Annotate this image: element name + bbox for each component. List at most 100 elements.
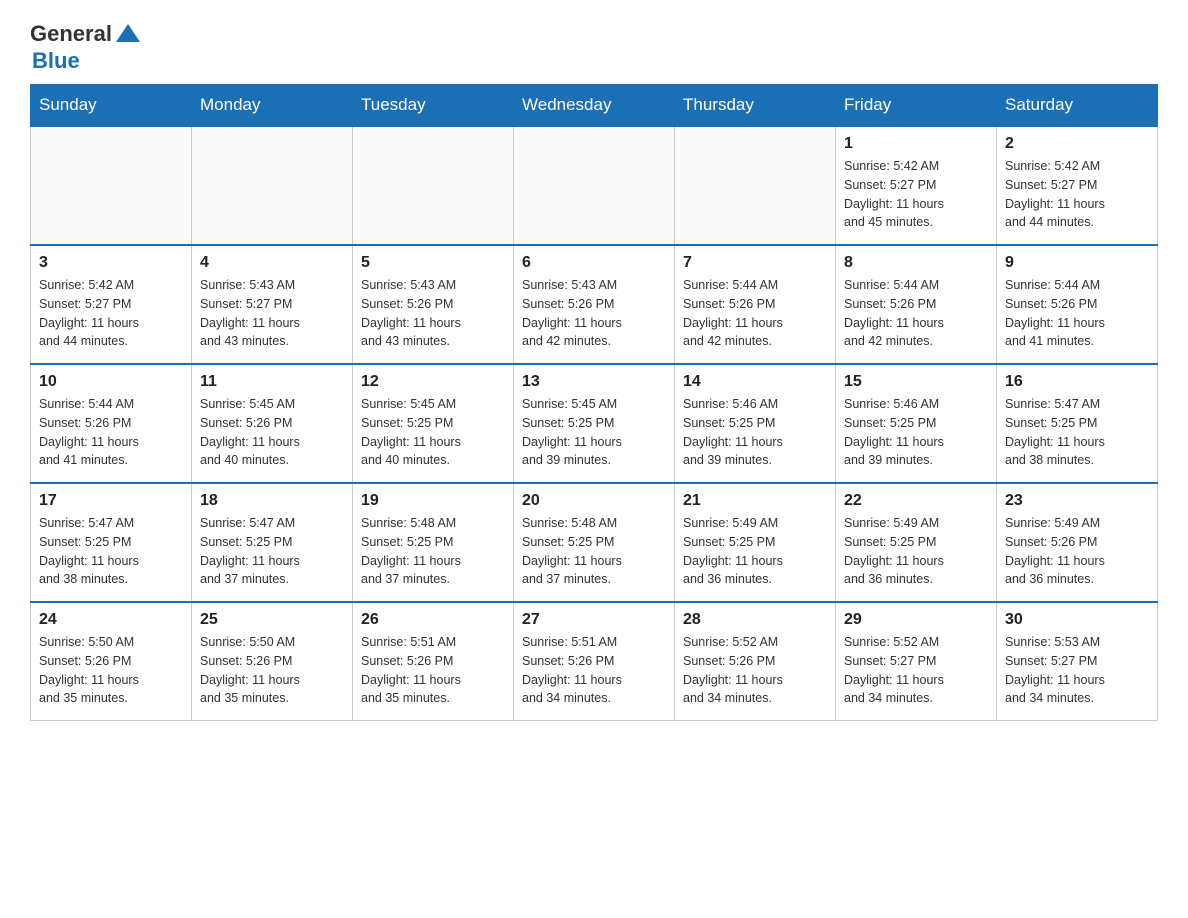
day-info-line: Daylight: 11 hours xyxy=(1005,552,1149,571)
day-info-line: Daylight: 11 hours xyxy=(200,671,344,690)
day-number: 13 xyxy=(522,373,666,391)
day-number: 16 xyxy=(1005,373,1149,391)
calendar-day-7: 7Sunrise: 5:44 AMSunset: 5:26 PMDaylight… xyxy=(675,245,836,364)
calendar-day-18: 18Sunrise: 5:47 AMSunset: 5:25 PMDayligh… xyxy=(192,483,353,602)
day-info-line: Daylight: 11 hours xyxy=(200,314,344,333)
day-number: 3 xyxy=(39,254,183,272)
day-info-line: Daylight: 11 hours xyxy=(1005,314,1149,333)
calendar-day-8: 8Sunrise: 5:44 AMSunset: 5:26 PMDaylight… xyxy=(836,245,997,364)
day-number: 8 xyxy=(844,254,988,272)
day-info-line: Sunset: 5:25 PM xyxy=(39,533,183,552)
calendar-day-13: 13Sunrise: 5:45 AMSunset: 5:25 PMDayligh… xyxy=(514,364,675,483)
logo-icon xyxy=(114,20,142,48)
logo: General Blue xyxy=(30,20,142,74)
day-header-sunday: Sunday xyxy=(31,85,192,127)
day-info-line: and 41 minutes. xyxy=(39,451,183,470)
day-info-line: Sunset: 5:27 PM xyxy=(844,176,988,195)
calendar-day-20: 20Sunrise: 5:48 AMSunset: 5:25 PMDayligh… xyxy=(514,483,675,602)
day-number: 15 xyxy=(844,373,988,391)
day-info-line: Daylight: 11 hours xyxy=(1005,671,1149,690)
day-info-line: and 40 minutes. xyxy=(361,451,505,470)
day-info-line: Sunrise: 5:44 AM xyxy=(844,276,988,295)
day-info-line: and 38 minutes. xyxy=(1005,451,1149,470)
day-info-line: Sunrise: 5:45 AM xyxy=(200,395,344,414)
day-info-line: and 34 minutes. xyxy=(844,689,988,708)
day-info-line: and 40 minutes. xyxy=(200,451,344,470)
day-info-line: Daylight: 11 hours xyxy=(683,314,827,333)
day-info-line: and 35 minutes. xyxy=(361,689,505,708)
day-info-line: and 43 minutes. xyxy=(200,332,344,351)
calendar-day-26: 26Sunrise: 5:51 AMSunset: 5:26 PMDayligh… xyxy=(353,602,514,721)
day-info-line: and 39 minutes. xyxy=(522,451,666,470)
day-info-line: and 44 minutes. xyxy=(1005,213,1149,232)
day-info-line: and 36 minutes. xyxy=(683,570,827,589)
calendar-day-5: 5Sunrise: 5:43 AMSunset: 5:26 PMDaylight… xyxy=(353,245,514,364)
day-number: 5 xyxy=(361,254,505,272)
day-number: 2 xyxy=(1005,135,1149,153)
day-header-wednesday: Wednesday xyxy=(514,85,675,127)
calendar-empty-cell xyxy=(31,126,192,245)
day-info-line: Sunset: 5:27 PM xyxy=(200,295,344,314)
day-info-line: Daylight: 11 hours xyxy=(361,552,505,571)
day-info-line: Sunrise: 5:46 AM xyxy=(844,395,988,414)
day-info-line: Daylight: 11 hours xyxy=(683,433,827,452)
calendar-day-23: 23Sunrise: 5:49 AMSunset: 5:26 PMDayligh… xyxy=(997,483,1158,602)
day-number: 28 xyxy=(683,611,827,629)
calendar-day-17: 17Sunrise: 5:47 AMSunset: 5:25 PMDayligh… xyxy=(31,483,192,602)
calendar-week-row: 10Sunrise: 5:44 AMSunset: 5:26 PMDayligh… xyxy=(31,364,1158,483)
day-info-line: and 39 minutes. xyxy=(683,451,827,470)
day-number: 30 xyxy=(1005,611,1149,629)
calendar-day-3: 3Sunrise: 5:42 AMSunset: 5:27 PMDaylight… xyxy=(31,245,192,364)
day-info-line: Daylight: 11 hours xyxy=(39,552,183,571)
day-info-line: Sunset: 5:25 PM xyxy=(1005,414,1149,433)
day-info-line: Sunrise: 5:52 AM xyxy=(683,633,827,652)
day-info-line: Daylight: 11 hours xyxy=(522,433,666,452)
day-info-line: Sunrise: 5:44 AM xyxy=(39,395,183,414)
day-info-line: Sunset: 5:27 PM xyxy=(1005,652,1149,671)
day-info-line: Sunrise: 5:45 AM xyxy=(522,395,666,414)
day-info-line: Sunrise: 5:49 AM xyxy=(683,514,827,533)
day-info-line: Sunrise: 5:50 AM xyxy=(200,633,344,652)
day-info-line: and 38 minutes. xyxy=(39,570,183,589)
day-info-line: Sunset: 5:26 PM xyxy=(200,652,344,671)
calendar-week-row: 24Sunrise: 5:50 AMSunset: 5:26 PMDayligh… xyxy=(31,602,1158,721)
day-info-line: Sunrise: 5:44 AM xyxy=(1005,276,1149,295)
calendar-empty-cell xyxy=(353,126,514,245)
day-number: 29 xyxy=(844,611,988,629)
day-info-line: Sunrise: 5:43 AM xyxy=(200,276,344,295)
day-info-line: and 34 minutes. xyxy=(683,689,827,708)
day-number: 6 xyxy=(522,254,666,272)
day-number: 10 xyxy=(39,373,183,391)
day-info-line: and 42 minutes. xyxy=(683,332,827,351)
day-info-line: Sunset: 5:25 PM xyxy=(844,533,988,552)
calendar-empty-cell xyxy=(192,126,353,245)
day-info-line: Sunset: 5:26 PM xyxy=(522,652,666,671)
day-info-line: Sunrise: 5:42 AM xyxy=(844,157,988,176)
day-info-line: Sunrise: 5:48 AM xyxy=(361,514,505,533)
calendar-day-25: 25Sunrise: 5:50 AMSunset: 5:26 PMDayligh… xyxy=(192,602,353,721)
day-info-line: Sunset: 5:25 PM xyxy=(844,414,988,433)
day-info-line: Sunrise: 5:51 AM xyxy=(361,633,505,652)
day-info-line: and 34 minutes. xyxy=(522,689,666,708)
day-info-line: Sunrise: 5:47 AM xyxy=(39,514,183,533)
day-number: 22 xyxy=(844,492,988,510)
day-info-line: Sunset: 5:25 PM xyxy=(683,414,827,433)
day-number: 14 xyxy=(683,373,827,391)
calendar-day-14: 14Sunrise: 5:46 AMSunset: 5:25 PMDayligh… xyxy=(675,364,836,483)
day-info-line: Daylight: 11 hours xyxy=(39,433,183,452)
day-info-line: Sunrise: 5:42 AM xyxy=(39,276,183,295)
day-info-line: Sunset: 5:27 PM xyxy=(39,295,183,314)
day-info-line: Sunrise: 5:44 AM xyxy=(683,276,827,295)
calendar-week-row: 17Sunrise: 5:47 AMSunset: 5:25 PMDayligh… xyxy=(31,483,1158,602)
day-number: 26 xyxy=(361,611,505,629)
page-header: General Blue xyxy=(30,20,1158,74)
day-info-line: Sunset: 5:26 PM xyxy=(522,295,666,314)
day-info-line: Sunset: 5:26 PM xyxy=(1005,295,1149,314)
day-info-line: Daylight: 11 hours xyxy=(361,433,505,452)
day-info-line: Sunset: 5:26 PM xyxy=(361,295,505,314)
day-number: 9 xyxy=(1005,254,1149,272)
day-number: 19 xyxy=(361,492,505,510)
day-info-line: and 37 minutes. xyxy=(522,570,666,589)
day-info-line: and 37 minutes. xyxy=(200,570,344,589)
calendar-day-22: 22Sunrise: 5:49 AMSunset: 5:25 PMDayligh… xyxy=(836,483,997,602)
